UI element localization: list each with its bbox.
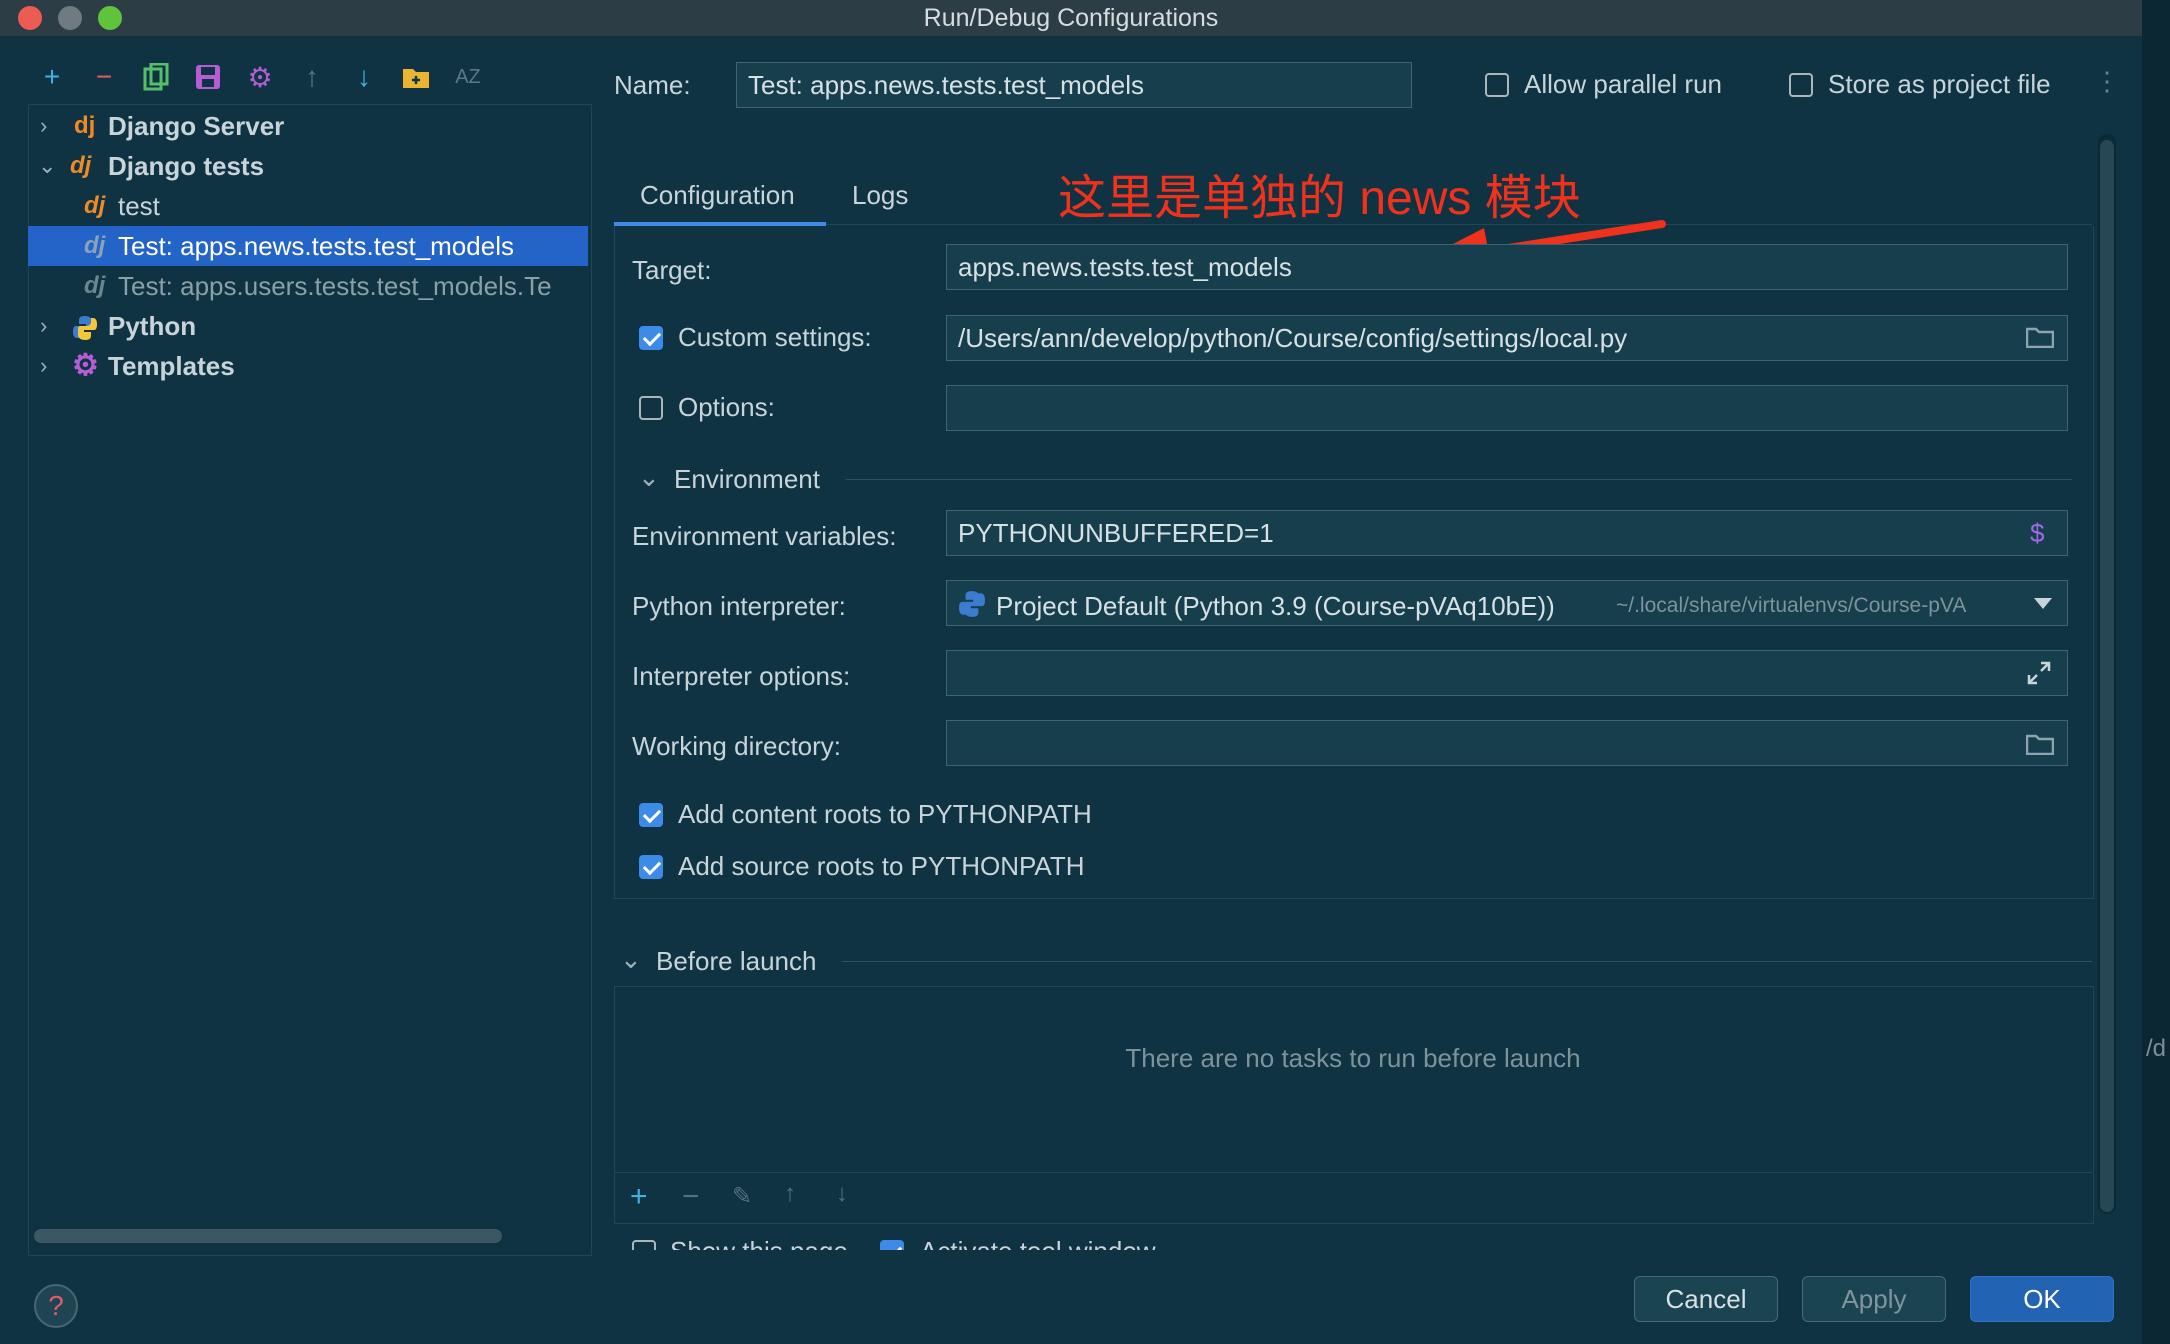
interpreter-options-input[interactable] [946, 650, 2068, 696]
tree-item-python[interactable]: › Python [28, 306, 588, 346]
window-title: Run/Debug Configurations [923, 4, 1219, 32]
tree-item-django-tests[interactable]: ⌄ dj Django tests [28, 146, 588, 186]
activate-tool-label: Activate tool window [920, 1236, 1156, 1250]
folder-icon[interactable] [399, 60, 433, 94]
gear-icon: ⚙ [72, 349, 99, 382]
store-project-label: Store as project file [1828, 69, 2051, 99]
chevron-down-icon[interactable]: ⌄ [620, 944, 642, 975]
interpreter-path: ~/.local/share/virtualenvs/Course-pVA [1616, 594, 1967, 617]
chevron-right-icon[interactable]: › [40, 346, 62, 386]
browse-folder-icon[interactable] [2025, 733, 2055, 760]
save-icon[interactable] [191, 60, 225, 94]
apply-button[interactable]: Apply [1802, 1276, 1946, 1322]
remove-icon[interactable]: − [87, 60, 121, 94]
tree-item-label: Python [108, 311, 197, 341]
dropdown-arrow-icon[interactable] [2034, 598, 2052, 609]
environment-section-title: Environment [674, 464, 820, 494]
tab-logs[interactable]: Logs [852, 180, 908, 211]
working-dir-label: Working directory: [632, 731, 842, 761]
tree-item-users-test-models[interactable]: dj Test: apps.users.tests.test_models.Te [28, 266, 588, 306]
custom-settings-input[interactable]: /Users/ann/develop/python/Course/config/… [946, 315, 2068, 361]
settings-icon[interactable]: ⚙ [243, 60, 277, 94]
before-launch-divider [842, 961, 2092, 962]
chevron-down-icon[interactable]: ⌄ [638, 462, 660, 493]
interpreter-label: Python interpreter: [632, 591, 846, 621]
allow-parallel-checkbox[interactable] [1485, 73, 1509, 97]
before-launch-toolbar-divider [614, 1172, 2092, 1173]
django-test-icon: dj [84, 232, 106, 259]
allow-parallel-label: Allow parallel run [1524, 69, 1722, 99]
before-launch-section-title: Before launch [656, 946, 817, 976]
show-page-checkbox[interactable] [632, 1240, 656, 1250]
before-launch-options-row: Show this page Activate tool window [614, 1236, 2092, 1250]
target-input[interactable]: apps.news.tests.test_models [946, 244, 2068, 290]
python-icon [72, 314, 98, 346]
add-icon[interactable]: + [35, 60, 69, 94]
tree-item-test[interactable]: dj test [28, 186, 588, 226]
remove-task-icon[interactable]: − [682, 1180, 700, 1214]
vertical-scrollbar-thumb[interactable] [2100, 140, 2114, 1212]
tree-item-label: Test: apps.users.tests.test_models.Te [118, 271, 552, 301]
custom-settings-label: Custom settings: [678, 322, 872, 352]
django-test-icon: dj [70, 152, 92, 179]
tab-configuration[interactable]: Configuration [640, 180, 795, 211]
env-vars-input[interactable]: PYTHONUNBUFFERED=1 [946, 510, 2068, 556]
move-down-icon[interactable]: ↓ [347, 60, 381, 94]
expand-icon[interactable] [2026, 660, 2052, 691]
python-icon [958, 590, 986, 623]
env-vars-edit-icon[interactable]: $ [2030, 518, 2044, 549]
move-up-icon[interactable]: ↑ [295, 60, 329, 94]
move-task-up-icon[interactable]: ↑ [784, 1180, 796, 1208]
no-tasks-text: There are no tasks to run before launch [1125, 1043, 1581, 1073]
options-checkbox[interactable] [639, 396, 663, 420]
more-options-icon[interactable]: ⋮ [2094, 66, 2120, 97]
activate-tool-checkbox[interactable] [880, 1240, 904, 1250]
help-button[interactable]: ? [34, 1284, 78, 1328]
django-test-icon: dj [84, 192, 106, 219]
tree-item-label: Templates [108, 351, 235, 381]
add-content-roots-checkbox[interactable] [639, 803, 663, 827]
tree-item-news-test-models[interactable]: dj Test: apps.news.tests.test_models [28, 226, 588, 266]
custom-settings-checkbox[interactable] [639, 326, 663, 350]
add-task-icon[interactable]: + [630, 1180, 648, 1214]
name-label: Name: [614, 70, 691, 100]
chevron-right-icon[interactable]: › [40, 306, 62, 346]
copy-icon[interactable] [139, 60, 173, 94]
tree-item-templates[interactable]: › ⚙ Templates [28, 346, 588, 386]
edit-task-icon[interactable]: ✎ [732, 1182, 752, 1211]
show-page-label: Show this page [670, 1236, 848, 1250]
add-source-roots-label: Add source roots to PYTHONPATH [678, 851, 1085, 881]
chevron-right-icon[interactable]: › [40, 106, 62, 146]
add-content-roots-label: Add content roots to PYTHONPATH [678, 799, 1092, 829]
options-label: Options: [678, 392, 775, 422]
tree-item-label: test [118, 191, 160, 221]
django-icon: dj [74, 112, 96, 139]
ok-button[interactable]: OK [1970, 1276, 2114, 1322]
working-dir-input[interactable] [946, 720, 2068, 766]
env-vars-label: Environment variables: [632, 521, 897, 551]
interpreter-options-label: Interpreter options: [632, 661, 851, 691]
name-input[interactable]: Test: apps.news.tests.test_models [736, 62, 1412, 108]
tree-item-label: Test: apps.news.tests.test_models [118, 231, 514, 261]
move-task-down-icon[interactable]: ↓ [836, 1180, 848, 1208]
tree-item-label: Django Server [108, 111, 285, 141]
chevron-down-icon[interactable]: ⌄ [38, 146, 60, 186]
environment-divider [846, 479, 2072, 480]
background-window-edge [2142, 0, 2170, 1344]
tree-item-django-server[interactable]: › dj Django Server [28, 106, 588, 146]
horizontal-scrollbar[interactable] [34, 1229, 502, 1243]
browse-folder-icon[interactable] [2025, 326, 2055, 353]
interpreter-value: Project Default (Python 3.9 (Course-pVAq… [996, 591, 1555, 621]
cancel-button[interactable]: Cancel [1634, 1276, 1778, 1322]
target-label: Target: [632, 255, 712, 285]
tree-item-label: Django tests [108, 151, 265, 181]
add-source-roots-checkbox[interactable] [639, 855, 663, 879]
store-project-checkbox[interactable] [1789, 73, 1813, 97]
django-test-icon: dj [84, 272, 106, 299]
sort-icon[interactable]: AZ [451, 60, 485, 94]
options-input[interactable] [946, 385, 2068, 431]
background-window-text: /d [2146, 1035, 2167, 1062]
